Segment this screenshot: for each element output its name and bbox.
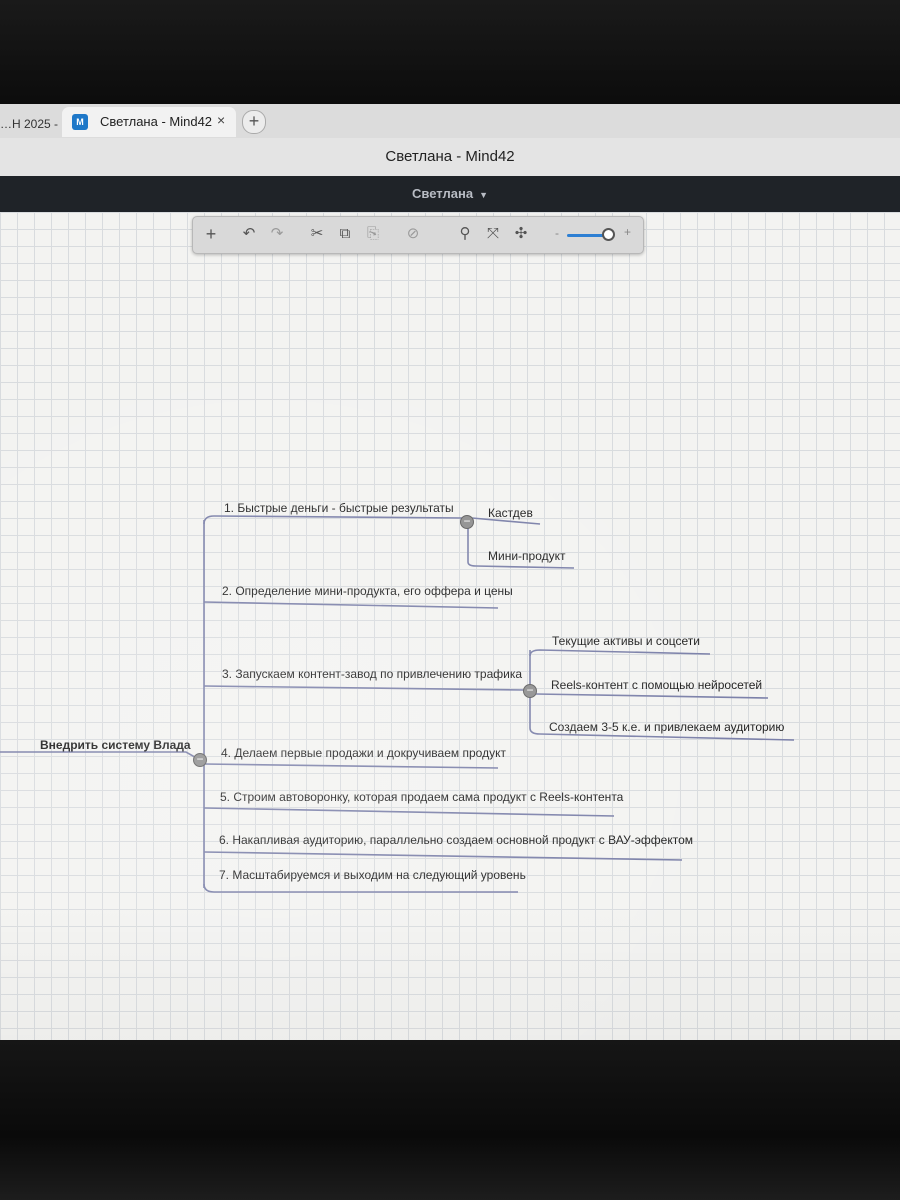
zoom-minus-icon[interactable]: -	[555, 226, 559, 240]
branch-1-collapse-icon[interactable]: −	[460, 515, 474, 529]
browser-tab-bar: …Н 2025 - G M Светлана - Mind42 × +	[0, 104, 900, 139]
map-title-label: Светлана	[412, 186, 474, 201]
tab-previous[interactable]: …Н 2025 - G	[0, 110, 60, 138]
add-node-icon[interactable]: +	[201, 224, 221, 244]
child-reels-line	[535, 693, 769, 699]
map-title-dropdown[interactable]: Светлана ▼	[412, 186, 488, 201]
paste-icon[interactable]: ⎘	[363, 224, 383, 244]
mindmap-connectors	[0, 515, 795, 893]
child-assets-line	[529, 649, 711, 657]
branch-2-line	[203, 601, 499, 609]
monitor-bezel-bottom	[0, 1040, 900, 1200]
root-node[interactable]: Внедрить систему Влада	[40, 738, 191, 752]
root-collapse-icon[interactable]: −	[193, 753, 207, 767]
fit-to-screen-icon[interactable]: ⤧	[483, 224, 503, 244]
branch-4-line	[203, 763, 499, 769]
screen: …Н 2025 - G M Светлана - Mind42 × + Свет…	[0, 104, 900, 1088]
undo-icon[interactable]: ↶	[239, 224, 259, 244]
branch-7-line	[203, 883, 518, 893]
cut-icon[interactable]: ✂	[307, 224, 327, 244]
search-icon[interactable]: ⚲	[455, 224, 475, 244]
caret-down-icon: ▼	[479, 190, 488, 200]
new-tab-button[interactable]: +	[242, 110, 266, 134]
mindmap-toolbar: + ↶ ↷ ✂ ⧉ ⎘ ⊘ ⚲ ⤧ ✣ - +	[192, 216, 644, 254]
branch-node-1[interactable]: 1. Быстрые деньги - быстрые результаты	[224, 501, 454, 515]
tab-close-icon[interactable]: ×	[217, 112, 225, 128]
child-node-castdev[interactable]: Кастдев	[488, 506, 533, 520]
branch-1-line	[203, 515, 463, 525]
monitor-bezel-top	[0, 0, 900, 106]
zoom-slider-knob[interactable]	[602, 228, 616, 241]
copy-icon[interactable]: ⧉	[335, 224, 355, 244]
branch-6-line	[203, 851, 683, 861]
child-node-reels[interactable]: Reels-контент с помощью нейросетей	[551, 678, 762, 692]
branch-5-line	[203, 807, 615, 817]
branch-3-line	[203, 685, 525, 691]
app-header: Светлана ▼	[0, 176, 900, 212]
branch-node-7[interactable]: 7. Масштабируемся и выходим на следующий…	[219, 868, 526, 882]
window-title: Светлана - Mind42	[385, 148, 515, 165]
child-node-audience[interactable]: Создаем 3-5 к.е. и привлекаем аудиторию	[549, 720, 784, 734]
branch-node-2[interactable]: 2. Определение мини-продукта, его оффера…	[222, 584, 513, 598]
tab-mind42[interactable]: M Светлана - Mind42 ×	[62, 107, 236, 137]
child-node-mini-product[interactable]: Мини-продукт	[488, 549, 566, 563]
redo-icon[interactable]: ↷	[267, 224, 287, 244]
root-connector	[0, 751, 201, 761]
mindmap-canvas[interactable]: Внедрить систему Влада − 1. Быстрые день…	[0, 212, 900, 1088]
zoom-plus-icon[interactable]: +	[624, 225, 631, 239]
tab-title: Светлана - Mind42	[100, 114, 213, 129]
layout-icon[interactable]: ✣	[511, 224, 531, 244]
branch-node-5[interactable]: 5. Строим автоворонку, которая продаем с…	[220, 790, 623, 804]
branch-3-collapse-icon[interactable]: −	[523, 684, 537, 698]
branch-node-3[interactable]: 3. Запускаем контент-завод по привлечени…	[222, 667, 522, 681]
clear-icon[interactable]: ⊘	[403, 224, 423, 244]
child-node-assets[interactable]: Текущие активы и соцсети	[552, 634, 700, 648]
branch-node-6[interactable]: 6. Накапливая аудиторию, параллельно соз…	[219, 833, 693, 847]
mind42-logo-icon: M	[72, 114, 88, 130]
branch-node-4[interactable]: 4. Делаем первые продажи и докручиваем п…	[221, 746, 506, 760]
window-titlebar: Светлана - Mind42	[0, 138, 900, 176]
